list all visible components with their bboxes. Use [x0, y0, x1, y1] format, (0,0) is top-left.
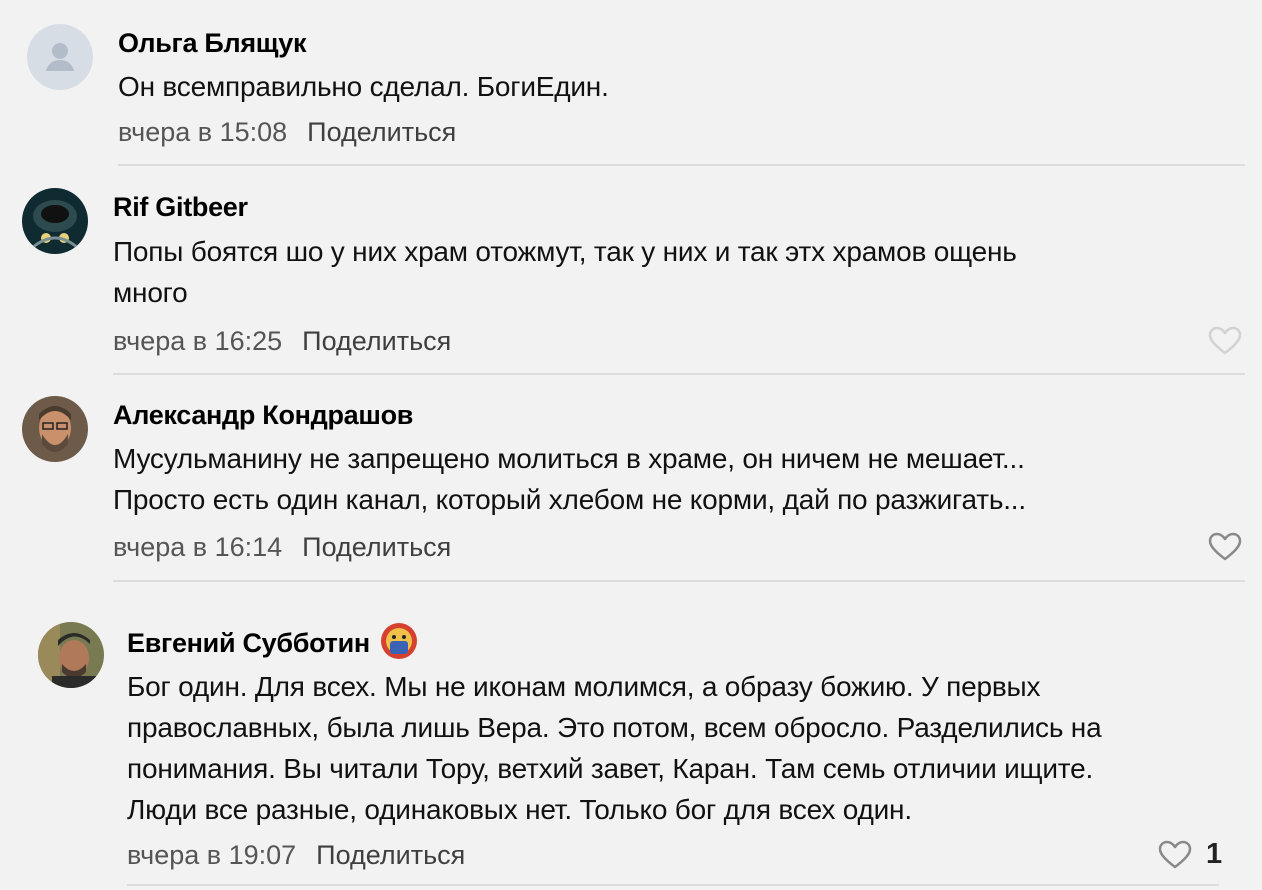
avatar-photo — [22, 188, 88, 254]
comment-text: Мусульманину не запрещено молиться в хра… — [113, 438, 1026, 520]
comment-author[interactable]: Rif Gitbeer — [113, 192, 248, 223]
comment-text-line: Люди все разные, одинаковых нет. Только … — [127, 794, 912, 825]
comment-text-line: Просто есть один канал, который хлебом н… — [113, 484, 1026, 515]
comment-text-line: Бог один. Для всех. Мы не иконам молимся… — [127, 671, 1041, 702]
default-user-icon — [27, 24, 93, 90]
comment-text-line: Попы боятся шо у них храм отожмут, так у… — [113, 236, 1017, 267]
comment-meta: вчера в 19:07 Поделиться — [127, 840, 465, 871]
comment-text-line: Он всемправильно сделал. БогиЕдин. — [118, 71, 609, 102]
comment-author[interactable]: Евгений Субботин — [127, 628, 370, 659]
like-button[interactable] — [1208, 532, 1242, 562]
like-button[interactable]: 1 — [1158, 838, 1222, 871]
divider — [113, 580, 1245, 582]
comment-meta: вчера в 15:08 Поделиться — [118, 117, 456, 148]
divider — [127, 884, 1219, 886]
share-button[interactable]: Поделиться — [302, 532, 451, 562]
heart-icon — [1208, 326, 1242, 355]
emoji-badge — [380, 622, 418, 660]
like-count: 1 — [1206, 838, 1223, 870]
avatar[interactable] — [38, 622, 104, 688]
share-button[interactable]: Поделиться — [307, 117, 456, 147]
comment-author[interactable]: Александр Кондрашов — [113, 400, 413, 431]
comment-time[interactable]: вчера в 16:14 — [113, 532, 282, 562]
comment-text-line: православных, была лишь Вера. Это потом,… — [127, 712, 1102, 743]
comment-text: Бог один. Для всех. Мы не иконам молимся… — [127, 666, 1102, 830]
comment-text-line: много — [113, 277, 188, 308]
comment-text: Попы боятся шо у них храм отожмут, так у… — [113, 231, 1017, 313]
avatar[interactable] — [22, 396, 88, 462]
share-button[interactable]: Поделиться — [302, 326, 451, 356]
share-button[interactable]: Поделиться — [316, 840, 465, 870]
avatar-photo — [38, 622, 104, 688]
comment-text-line: Мусульманину не запрещено молиться в хра… — [113, 443, 1025, 474]
heart-icon — [1158, 840, 1192, 868]
avatar-photo — [22, 396, 88, 462]
avatar[interactable] — [22, 188, 88, 254]
comment-time[interactable]: вчера в 15:08 — [118, 117, 287, 147]
divider — [118, 164, 1245, 166]
like-button[interactable] — [1208, 326, 1242, 356]
comment-text-line: понимания. Вы читали Тору, ветхий завет,… — [127, 753, 1094, 784]
angry-face-icon — [381, 623, 417, 659]
divider — [113, 373, 1245, 375]
heart-icon — [1208, 532, 1242, 561]
comment-meta: вчера в 16:25 Поделиться — [113, 326, 451, 357]
comment-author[interactable]: Ольга Блящук — [118, 28, 306, 59]
comment-text: Он всемправильно сделал. БогиЕдин. — [118, 66, 609, 107]
comment-time[interactable]: вчера в 16:25 — [113, 326, 282, 356]
avatar[interactable] — [27, 24, 93, 90]
comment-time[interactable]: вчера в 19:07 — [127, 840, 296, 870]
comment-meta: вчера в 16:14 Поделиться — [113, 532, 451, 563]
